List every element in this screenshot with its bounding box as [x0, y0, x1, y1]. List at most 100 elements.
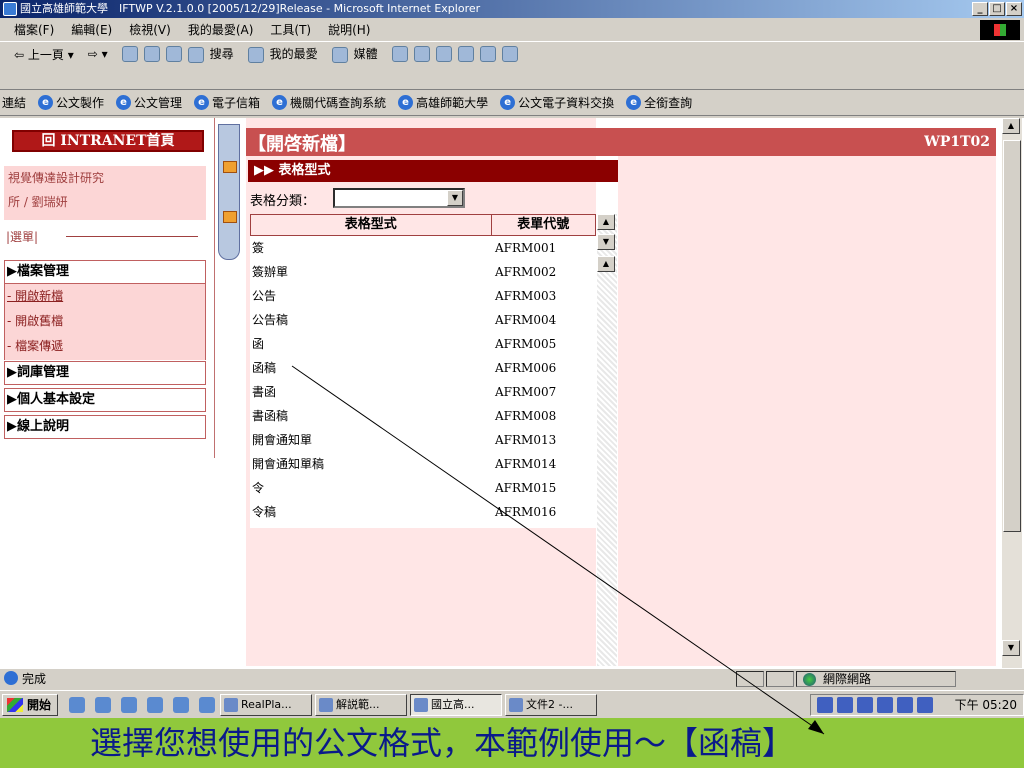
menu-tools[interactable]: 工具(T): [270, 21, 311, 38]
page-content: 回 INTRANET首頁 視覺傳達設計研究 所 / 劉瑞妍 |選單| ▶檔案管理…: [0, 118, 1024, 668]
form-name-cell[interactable]: 開會通知單稿: [250, 452, 495, 476]
user-dept: 視覺傳達設計研究: [8, 171, 105, 185]
form-name-cell[interactable]: 公告稿: [250, 308, 495, 332]
tray-icon[interactable]: [916, 696, 933, 713]
close-button[interactable]: ×: [1006, 2, 1022, 16]
refresh-icon[interactable]: [143, 46, 160, 62]
nav-section-settings[interactable]: ▶個人基本設定: [4, 388, 206, 412]
form-name-cell[interactable]: 開會通知單: [250, 428, 495, 452]
table-row[interactable]: 開會通知單 AFRM013: [250, 428, 596, 452]
taskbar: 開始 RealPla... 解説範... 國立高... 文件2 -... 下午 …: [0, 690, 1024, 718]
clock: 下午 05:20: [954, 698, 1017, 712]
nav-item-transfer-file[interactable]: - 檔案傳遞: [5, 334, 205, 359]
link-item[interactable]: e 電子信箱: [194, 94, 260, 111]
ie-link-icon: e: [272, 95, 288, 110]
menu-favorites[interactable]: 我的最愛(A): [188, 21, 254, 38]
task-button-active[interactable]: 國立高...: [410, 693, 503, 716]
link-item[interactable]: e 公文管理: [116, 94, 182, 111]
start-button[interactable]: 開始: [2, 693, 59, 716]
quicklaunch-icon[interactable]: [147, 696, 164, 713]
table-row[interactable]: 簽 AFRM001: [250, 236, 596, 260]
form-name-cell[interactable]: 書函: [250, 380, 495, 404]
form-name-cell[interactable]: 公告: [250, 284, 495, 308]
mail-icon[interactable]: [413, 46, 430, 62]
history-icon[interactable]: [391, 46, 408, 62]
nav-section-help[interactable]: ▶線上說明: [4, 415, 206, 439]
quicklaunch-icon[interactable]: [69, 696, 86, 713]
discuss-icon[interactable]: [479, 46, 496, 62]
quicklaunch-icon[interactable]: [173, 696, 190, 713]
tray-icon[interactable]: [856, 696, 873, 713]
menu-help[interactable]: 說明(H): [328, 21, 370, 38]
minimize-button[interactable]: _: [972, 2, 988, 16]
link-item[interactable]: e 公文製作: [38, 94, 104, 111]
nav-collapse-tab[interactable]: [218, 124, 240, 260]
link-item[interactable]: e 全銜查詢: [626, 94, 692, 111]
scroll-down-icon[interactable]: ▼: [597, 234, 615, 250]
link-item[interactable]: e 機關代碼查詢系統: [272, 94, 386, 111]
page-scrollbar[interactable]: ▲ ▼: [1002, 118, 1022, 668]
print-icon[interactable]: [435, 46, 452, 62]
arrow-right-icon[interactable]: [223, 161, 237, 173]
browser-toolbar: ⇦ 上一頁 ▾ ⇨ ▾ 搜尋 我的最愛 媒體: [0, 42, 1024, 90]
scroll-up-icon[interactable]: ▲: [597, 214, 615, 230]
quicklaunch-icon[interactable]: [199, 696, 216, 713]
quicklaunch-icon[interactable]: [95, 696, 112, 713]
table-row[interactable]: 書函稿 AFRM008: [250, 404, 596, 428]
link-item[interactable]: e 高雄師範大學: [398, 94, 488, 111]
category-select[interactable]: ▼: [333, 188, 465, 208]
maximize-button[interactable]: □: [989, 2, 1005, 16]
tray-icon[interactable]: [836, 696, 853, 713]
back-button[interactable]: ⇦ 上一頁 ▾: [14, 46, 74, 63]
stop-icon[interactable]: [121, 46, 138, 62]
forward-button[interactable]: ⇨ ▾: [88, 47, 108, 61]
table-row[interactable]: 函 AFRM005: [250, 332, 596, 356]
scroll-up-icon[interactable]: ▲: [597, 256, 615, 272]
table-row[interactable]: 簽辦單 AFRM002: [250, 260, 596, 284]
menu-file[interactable]: 檔案(F): [14, 21, 54, 38]
nav-section-lexicon[interactable]: ▶詞庫管理: [4, 361, 206, 385]
messenger-icon[interactable]: [501, 46, 518, 62]
task-button[interactable]: RealPla...: [220, 693, 313, 716]
form-name-cell[interactable]: 函稿: [250, 356, 495, 380]
table-row[interactable]: 令稿 AFRM016: [250, 500, 596, 524]
left-nav: 回 INTRANET首頁 視覺傳達設計研究 所 / 劉瑞妍 |選單| ▶檔案管理…: [0, 118, 215, 458]
form-name-cell[interactable]: 令: [250, 476, 495, 500]
menu-view[interactable]: 檢視(V): [129, 21, 171, 38]
favorites-button[interactable]: 我的最愛: [247, 45, 318, 63]
section-header: ▶▶ 表格型式: [248, 160, 618, 182]
task-button[interactable]: 解説範...: [315, 693, 408, 716]
tray-icon[interactable]: [876, 696, 893, 713]
table-row[interactable]: 函稿 AFRM006: [250, 356, 596, 380]
table-row[interactable]: 公告 AFRM003: [250, 284, 596, 308]
chevron-down-icon[interactable]: ▼: [447, 190, 463, 206]
scroll-up-icon[interactable]: ▲: [1002, 118, 1020, 134]
home-icon[interactable]: [165, 46, 182, 62]
media-button[interactable]: 媒體: [331, 45, 378, 63]
table-row[interactable]: 開會通知單稿 AFRM014: [250, 452, 596, 476]
form-name-cell[interactable]: 令稿: [250, 500, 495, 524]
tray-icon[interactable]: [896, 696, 913, 713]
quicklaunch-icon[interactable]: [121, 696, 138, 713]
edit-icon[interactable]: [457, 46, 474, 62]
table-row[interactable]: 公告稿 AFRM004: [250, 308, 596, 332]
table-scrollbar[interactable]: ▲ ▼ ▲: [597, 214, 617, 666]
nav-item-new-file[interactable]: - 開啟新檔: [5, 284, 205, 309]
table-row[interactable]: 令 AFRM015: [250, 476, 596, 500]
scroll-down-icon[interactable]: ▼: [1002, 640, 1020, 656]
tray-icon[interactable]: [816, 696, 833, 713]
table-row[interactable]: 書函 AFRM007: [250, 380, 596, 404]
intranet-home-button[interactable]: 回 INTRANET首頁: [12, 130, 204, 152]
form-name-cell[interactable]: 函: [250, 332, 495, 356]
nav-item-open-file[interactable]: - 開啟舊檔: [5, 309, 205, 334]
menu-edit[interactable]: 編輯(E): [71, 21, 112, 38]
task-button[interactable]: 文件2 -...: [505, 693, 598, 716]
form-name-cell[interactable]: 簽辦單: [250, 260, 495, 284]
scroll-thumb[interactable]: [1003, 140, 1021, 532]
arrow-left-icon[interactable]: [223, 211, 237, 223]
form-name-cell[interactable]: 書函稿: [250, 404, 495, 428]
link-item[interactable]: e 公文電子資料交換: [500, 94, 614, 111]
form-name-cell[interactable]: 簽: [250, 236, 495, 260]
nav-section-file[interactable]: ▶檔案管理: [4, 260, 206, 284]
search-button[interactable]: 搜尋: [187, 45, 234, 63]
